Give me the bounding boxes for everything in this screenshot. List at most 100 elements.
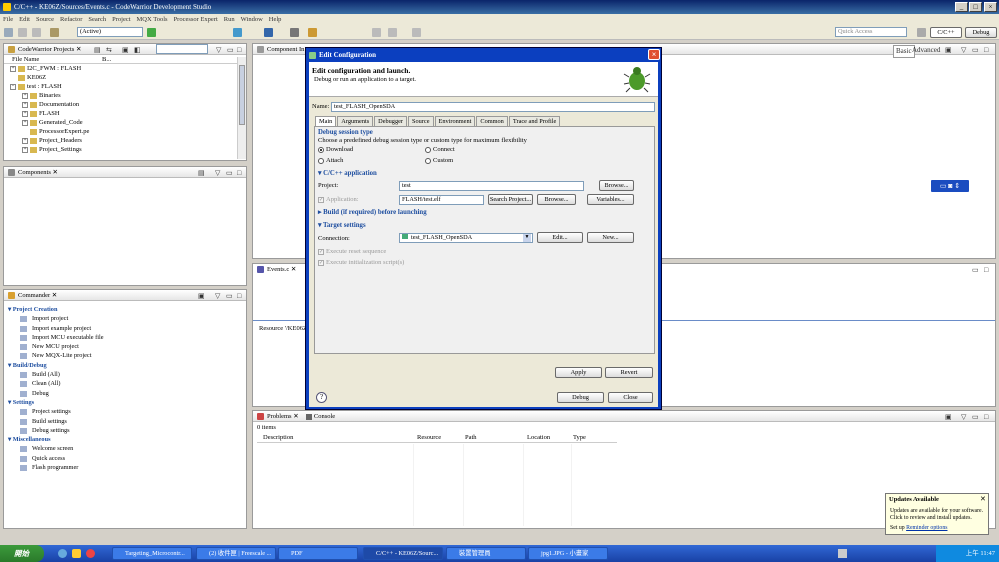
scrollbar-thumb[interactable] [239, 65, 245, 125]
tab-source[interactable]: Source [408, 116, 434, 126]
perspective-cpp-button[interactable]: C/C++ [930, 27, 962, 38]
column-header[interactable]: Description [263, 433, 293, 443]
menu-item-search[interactable]: Search [88, 16, 106, 23]
commander-section[interactable]: ▾ Miscellaneous [8, 435, 246, 444]
run-icon[interactable] [264, 28, 273, 37]
project-filter-input[interactable] [156, 44, 208, 54]
flash-icon[interactable] [233, 28, 242, 37]
perspective-debug-button[interactable]: Debug [965, 27, 997, 38]
application-input[interactable]: FLASH/test.elf [399, 195, 484, 205]
tab-problems[interactable]: Problems [267, 413, 292, 420]
tree-item[interactable]: + I2C_FWM : FLASH [10, 64, 246, 73]
tray-notify-icon[interactable] [838, 549, 847, 558]
projects-tab[interactable]: CodeWarrior Projects ✕ ▤ ⇆ ▣ ◧ ▽ ▭ □ [4, 44, 246, 55]
menu-item-source[interactable]: Source [36, 16, 54, 23]
commander-item[interactable]: Project settings [8, 407, 246, 416]
commander-item[interactable]: Build (All) [8, 370, 246, 379]
tab-environment[interactable]: Environment [434, 116, 476, 126]
advanced-toggle[interactable]: Advanced [912, 45, 940, 56]
maximize-icon[interactable]: □ [984, 265, 988, 276]
tree-item[interactable]: + Documentation [10, 100, 246, 109]
build-icon[interactable] [50, 28, 59, 37]
clock[interactable]: 上午 11:47 [966, 550, 995, 557]
commander-tab[interactable]: Commander ✕ ▣ ▽ ▭ □ [4, 290, 246, 301]
radio-attach[interactable]: Attach [318, 157, 343, 164]
new-connection-button[interactable]: New... [587, 232, 634, 243]
menu-item-help[interactable]: Help [269, 16, 282, 23]
variables-button[interactable]: Variables... [587, 194, 634, 205]
radio-connect[interactable]: Connect [425, 146, 455, 153]
commander-item[interactable]: New MCU project [8, 342, 246, 351]
inspector-option-icon[interactable]: ▣ [945, 45, 952, 56]
expand-icon[interactable]: - [10, 83, 16, 90]
close-button[interactable]: Close [608, 392, 653, 403]
back-icon[interactable] [372, 28, 381, 37]
expand-icon[interactable]: + [22, 137, 28, 144]
menu-item-refactor[interactable]: Refactor [60, 16, 82, 23]
commander-item[interactable]: Debug [8, 389, 246, 398]
chrome-icon[interactable] [86, 549, 95, 558]
minimize-icon[interactable]: ▭ [972, 412, 979, 423]
expand-icon[interactable]: + [10, 65, 16, 72]
maximize-button[interactable]: □ [969, 2, 982, 12]
commander-item[interactable]: Flash programmer [8, 463, 246, 472]
reset-sequence-checkbox[interactable]: ✓ Execute reset sequence [318, 248, 386, 255]
taskbar-task[interactable]: PDF [278, 547, 358, 560]
debug-button[interactable]: Debug [557, 392, 604, 403]
cpp-app-section[interactable]: ▾ C/C++ application [318, 169, 377, 177]
new-icon[interactable] [4, 28, 13, 37]
column-header[interactable]: Type [573, 433, 586, 443]
commander-item[interactable]: Build settings [8, 417, 246, 426]
init-scripts-checkbox[interactable]: ✓ Execute initialization script(s) [318, 259, 404, 266]
commander-item[interactable]: Debug settings [8, 426, 246, 435]
commander-item[interactable]: Clean (All) [8, 379, 246, 388]
tree-item[interactable]: + Generated_Code [10, 118, 246, 127]
column-header[interactable]: Resource [417, 433, 441, 443]
revert-button[interactable]: Revert [605, 367, 653, 378]
tree-item[interactable]: - test : FLASH [10, 82, 246, 91]
help-icon[interactable]: ? [316, 392, 327, 403]
save-icon[interactable] [18, 28, 27, 37]
maximize-icon[interactable]: □ [237, 168, 241, 179]
view-menu-icon[interactable]: ▽ [215, 291, 220, 302]
updates-popup[interactable]: Updates Available ✕ Updates are availabl… [885, 493, 989, 535]
tree-item[interactable]: + Binaries [10, 91, 246, 100]
tab-main[interactable]: Main [315, 116, 337, 126]
settings-icon[interactable] [290, 28, 299, 37]
expand-icon[interactable]: + [22, 92, 28, 99]
print-icon[interactable] [32, 28, 41, 37]
view-menu-icon[interactable]: ▽ [961, 45, 966, 56]
taskbar-task[interactable]: jpg1.JPG - 小畫家 [528, 547, 608, 560]
taskbar-task[interactable]: Targeting_Microcontr... [112, 547, 192, 560]
tree-item[interactable]: + Project_Headers [10, 136, 246, 145]
tree-item[interactable]: ProcessorExpert.pe [10, 127, 246, 136]
expand-icon[interactable]: + [22, 101, 28, 108]
tab-trace-and-profile[interactable]: Trace and Profile [508, 116, 561, 126]
minimize-icon[interactable]: ▭ [972, 45, 979, 56]
project-scrollbar[interactable] [237, 57, 246, 159]
maximize-icon[interactable]: □ [237, 291, 241, 302]
dialog-close-icon[interactable]: × [648, 49, 660, 60]
column-header[interactable]: Path [465, 433, 477, 443]
tree-item[interactable]: + Project_Settings [10, 145, 246, 154]
tree-item[interactable]: + FLASH [10, 109, 246, 118]
commander-item[interactable]: Welcome screen [8, 444, 246, 453]
view-menu-icon[interactable]: ▽ [961, 412, 966, 423]
tab-console[interactable]: Console [314, 413, 335, 420]
search-project-button[interactable]: Search Project... [488, 194, 533, 205]
maximize-icon[interactable]: □ [984, 45, 988, 56]
open-perspective-icon[interactable] [917, 28, 926, 37]
project-browse-button[interactable]: Browse... [599, 180, 634, 191]
history-icon[interactable] [412, 28, 421, 37]
close-window-button[interactable]: × [984, 2, 997, 12]
commander-section[interactable]: ▾ Settings [8, 398, 246, 407]
close-icon[interactable]: ✕ [980, 495, 986, 503]
menu-item-run[interactable]: Run [224, 16, 235, 23]
commander-item[interactable]: New MQX-Lite project [8, 351, 246, 360]
quick-access-input[interactable]: Quick Access [835, 27, 907, 37]
apply-button[interactable]: Apply [555, 367, 602, 378]
minimize-button[interactable]: _ [955, 2, 968, 12]
edit-connection-button[interactable]: Edit... [537, 232, 583, 243]
name-input[interactable]: test_FLASH_OpenSDA [331, 102, 655, 112]
tab-common[interactable]: Common [476, 116, 508, 126]
